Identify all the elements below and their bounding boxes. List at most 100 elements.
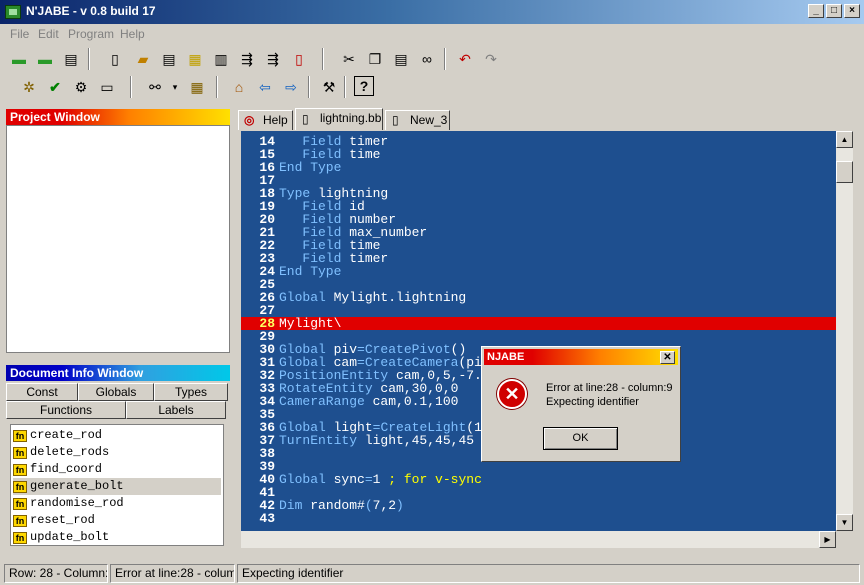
panel-splitter[interactable] [230, 108, 238, 554]
dialog-title-bar[interactable]: NJABE ✕ [484, 349, 678, 365]
scroll-right-icon[interactable]: ▶ [819, 531, 836, 548]
dialog-close-icon[interactable]: ✕ [660, 351, 675, 364]
tab-types[interactable]: Types [154, 383, 228, 401]
run-bug-icon[interactable]: ✲ [18, 76, 40, 98]
menu-edit[interactable]: Edit [38, 27, 59, 41]
minimize-button[interactable]: _ [808, 4, 824, 18]
tab-label: New_3 [410, 113, 448, 127]
scroll-down-icon[interactable]: ▼ [836, 514, 853, 531]
error-x-icon: ✕ [497, 379, 527, 409]
save-as-icon[interactable]: ▦ [184, 48, 206, 70]
list-item[interactable]: fn randomise_rod [13, 495, 221, 512]
dropdown-arrow-icon[interactable]: ▾ [164, 76, 186, 98]
hierarchy-icon[interactable]: ⚯ [144, 76, 166, 98]
list-item[interactable]: fn reset_rod [13, 512, 221, 529]
tools-hammer-icon[interactable]: ⚒ [318, 76, 340, 98]
project-window-header: Project Window [6, 109, 230, 125]
close-button[interactable]: × [844, 4, 860, 18]
project-window-content[interactable] [6, 125, 230, 353]
function-icon: fn [13, 481, 27, 493]
tab-label: Help [263, 113, 288, 127]
maximize-button[interactable]: □ [826, 4, 842, 18]
forward-arrow-icon[interactable]: ⇨ [280, 76, 302, 98]
tab-lightning-bb[interactable]: ▯ lightning.bb [295, 108, 383, 130]
function-icon: fn [13, 464, 27, 476]
import-icon[interactable]: ⇶ [236, 48, 258, 70]
open-file-icon[interactable]: ▰ [132, 48, 154, 70]
menu-bar: File Edit Program Help [0, 24, 864, 44]
scroll-thumb[interactable] [836, 161, 853, 183]
editor-horizontal-scrollbar[interactable]: ▶ [241, 531, 836, 548]
menu-program[interactable]: Program [68, 27, 114, 41]
window-icon[interactable]: ▭ [96, 76, 118, 98]
status-message-detail: Expecting identifier [237, 564, 860, 583]
scroll-up-icon[interactable]: ▲ [836, 131, 853, 148]
list-item[interactable]: fn create_rod [13, 427, 221, 444]
list-item[interactable]: fn find_coord [13, 461, 221, 478]
tab-const[interactable]: Const [6, 383, 78, 401]
code-text: Global Mylight.lightning [279, 290, 467, 305]
find-binoculars-icon[interactable]: ∞ [416, 48, 438, 70]
code-text: TurnEntity light,45,45,45 [279, 433, 475, 448]
undo-icon[interactable]: ↶ [454, 48, 476, 70]
error-dialog: NJABE ✕ ✕ Error at line:28 - column:9 Ex… [481, 346, 681, 462]
title-bar[interactable]: N'JABE - v 0.8 build 17 _ □ × [0, 0, 864, 24]
code-line[interactable]: 24 End Type [241, 265, 836, 278]
editor-vertical-scrollbar[interactable]: ▲ ▼ [836, 131, 853, 531]
new-file-icon[interactable]: ▯ [104, 48, 126, 70]
code-line[interactable]: 40 Global sync=1 ; for v-sync [241, 473, 836, 486]
toolbar-separator [444, 48, 446, 70]
settings-gear-icon[interactable]: ⚙ [70, 76, 92, 98]
toolbar-main: ▬ ▬ ▤ ▯ ▰ ▤ ▦ ▥ ⇶ ⇶ ▯ ✂ ❐ ▤ ∞ ↶ ↷ [4, 45, 524, 73]
calculator-icon[interactable]: ▦ [186, 76, 208, 98]
code-text: Global sync=1 ; for v-sync [279, 472, 482, 487]
save-all-files-icon[interactable]: ▥ [210, 48, 232, 70]
toolbar-separator [308, 76, 310, 98]
tab-help[interactable]: ◎ Help [238, 110, 293, 130]
function-icon: fn [13, 515, 27, 527]
save-all-icon[interactable]: ▤ [60, 48, 82, 70]
function-name: randomise_rod [30, 496, 124, 510]
code-line-error[interactable]: 28 Mylight\ [241, 317, 836, 330]
function-name: delete_rods [30, 445, 110, 459]
tab-labels[interactable]: Labels [126, 401, 226, 419]
back-arrow-icon[interactable]: ⇦ [254, 76, 276, 98]
function-icon: fn [13, 532, 27, 544]
open-project-icon[interactable]: ▬ [34, 48, 56, 70]
cut-icon[interactable]: ✂ [338, 48, 360, 70]
tab-globals[interactable]: Globals [78, 383, 154, 401]
menu-help[interactable]: Help [120, 27, 145, 41]
close-file-icon[interactable]: ▯ [288, 48, 310, 70]
code-line[interactable]: 43 [241, 512, 836, 525]
toolbar-separator [344, 76, 346, 98]
home-icon[interactable]: ⌂ [228, 76, 250, 98]
tab-functions[interactable]: Functions [6, 401, 126, 419]
help-question-icon[interactable]: ? [354, 76, 374, 96]
list-item[interactable]: fn delete_rods [13, 444, 221, 461]
toolbar-separator [88, 48, 90, 70]
menu-file[interactable]: File [10, 27, 29, 41]
code-editor[interactable]: 14 Field timer 15 Field time 16 End Type 17 1… [241, 131, 836, 531]
tab-new-3[interactable]: ▯ New_3 [385, 110, 450, 130]
status-message: Error at line:28 - column:9 [110, 564, 235, 583]
list-item-selected[interactable]: fn generate_bolt [13, 478, 221, 495]
copy-icon[interactable]: ❐ [364, 48, 386, 70]
paste-icon[interactable]: ▤ [390, 48, 412, 70]
list-item[interactable]: fn update_bolt [13, 529, 221, 546]
toolbar-separator [216, 76, 218, 98]
code-text: End Type [279, 264, 342, 279]
toolbar-secondary: ✲ ✔ ⚙ ▭ ⚯ ▾ ▦ ⌂ ⇦ ⇨ ⚒ ? [4, 73, 384, 101]
code-line[interactable]: 26 Global Mylight.lightning [241, 291, 836, 304]
code-line[interactable]: 42 Dim random#(7,2) [241, 499, 836, 512]
ok-button[interactable]: OK [543, 427, 618, 450]
save-file-icon[interactable]: ▤ [158, 48, 180, 70]
export-icon[interactable]: ⇶ [262, 48, 284, 70]
function-name: create_rod [30, 428, 103, 442]
code-text: End Type [279, 160, 342, 175]
code-line[interactable]: 16 End Type [241, 161, 836, 174]
function-name: update_bolt [30, 530, 110, 544]
redo-icon[interactable]: ↷ [480, 48, 502, 70]
check-syntax-icon[interactable]: ✔ [44, 76, 66, 98]
open-folder-icon[interactable]: ▬ [8, 48, 30, 70]
function-name: generate_bolt [30, 479, 124, 493]
